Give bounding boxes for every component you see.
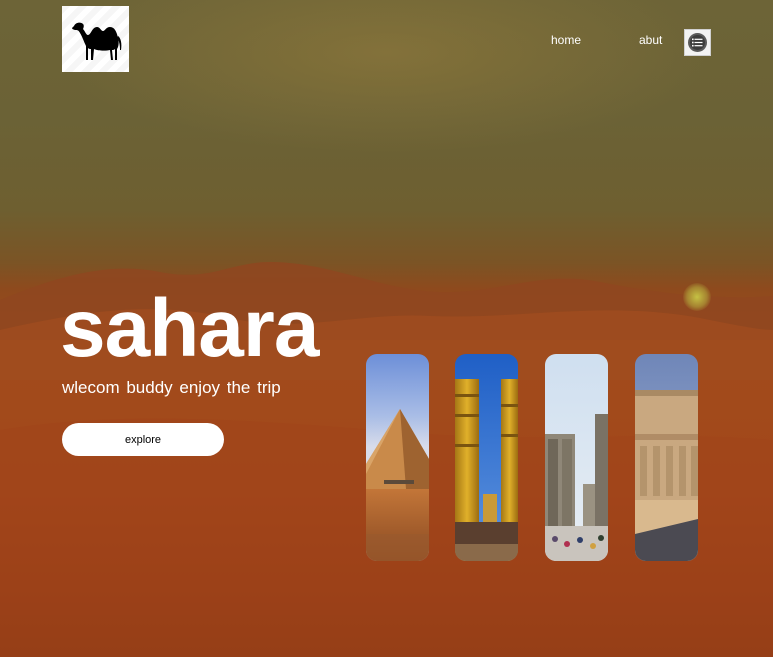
gallery-card-luxor-temple[interactable] bbox=[545, 354, 608, 561]
camel-icon bbox=[71, 22, 121, 60]
temple-columns-photo bbox=[455, 354, 518, 561]
nav-link-about[interactable]: abut bbox=[639, 33, 662, 47]
explore-button[interactable]: explore bbox=[62, 423, 224, 456]
logo[interactable] bbox=[62, 6, 129, 72]
hero-title: sahara bbox=[60, 283, 319, 374]
gallery-card-philae-temple[interactable] bbox=[635, 354, 698, 561]
pyramid-photo bbox=[366, 354, 429, 561]
gallery-card-pyramid[interactable] bbox=[366, 354, 429, 561]
sun-glow bbox=[683, 283, 711, 311]
gallery-card-temple-columns[interactable] bbox=[455, 354, 518, 561]
menu-button[interactable] bbox=[684, 29, 711, 56]
nav-link-home[interactable]: home bbox=[551, 33, 581, 47]
luxor-temple-photo bbox=[545, 354, 608, 561]
philae-temple-photo bbox=[635, 354, 698, 561]
list-menu-icon bbox=[688, 33, 707, 52]
hero-subtitle: wlecom buddy enjoy the trip bbox=[62, 378, 281, 397]
